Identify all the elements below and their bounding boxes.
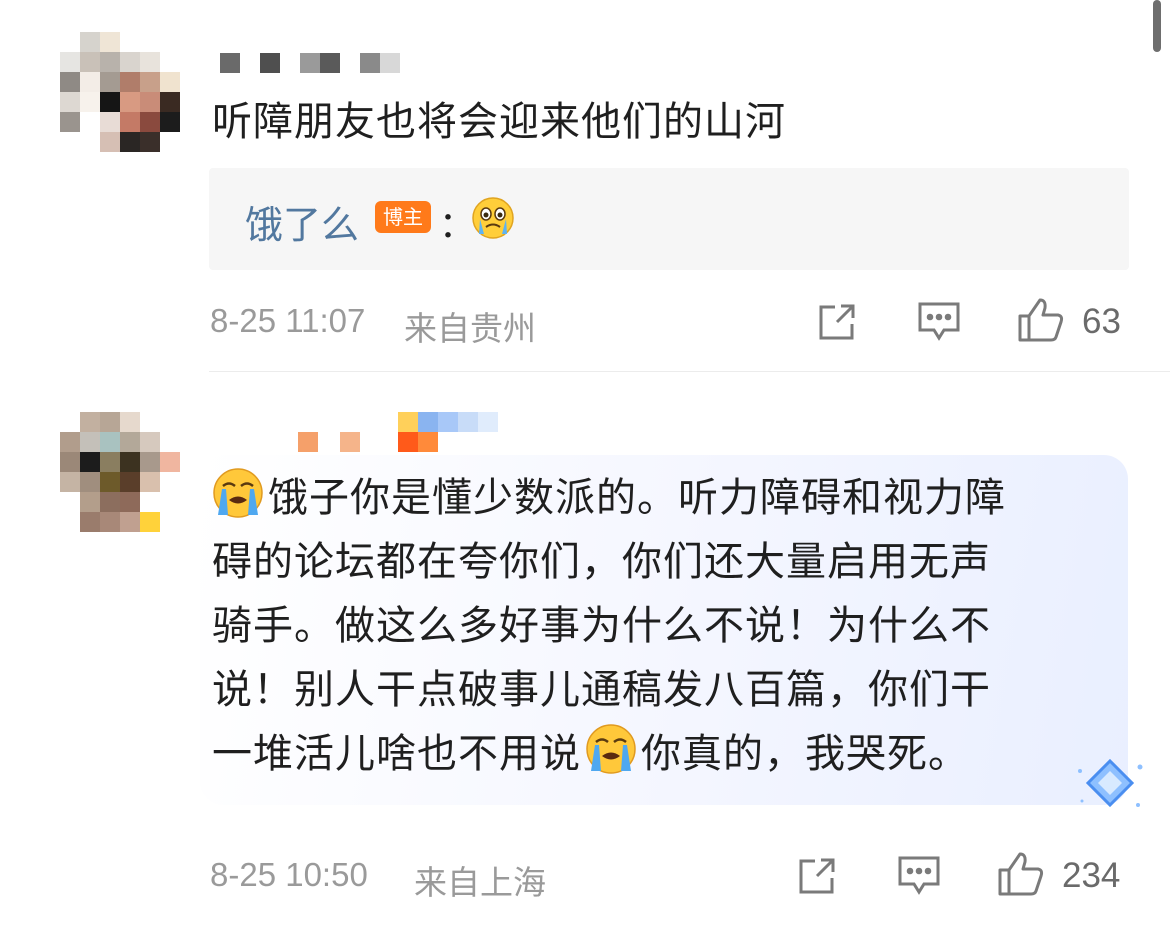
scroll-indicator[interactable]: [1153, 0, 1161, 52]
divider: [209, 371, 1170, 372]
comment-line-2: 碍的论坛都在夸你们，你们还大量启用无声: [212, 539, 991, 585]
comment-line-1: 饿子你是懂少数派的。听力障碍和视力障: [212, 466, 1132, 530]
like-icon[interactable]: [1016, 296, 1066, 348]
like-count: 234: [1062, 856, 1121, 895]
loudly-crying-face-emoji: [212, 467, 264, 519]
comment-text: 听障朋友也将会迎来他们的山河: [212, 99, 786, 145]
loudly-crying-face-emoji: [585, 723, 637, 775]
repost-icon[interactable]: [815, 300, 859, 348]
comment-line-5: 一堆活儿啥也不用说 你真的，我哭死。: [212, 722, 1132, 786]
crying-face-emoji: [471, 196, 515, 240]
owner-badge: 博主: [375, 201, 431, 233]
comment-timestamp: 8-25 11:07: [210, 302, 366, 339]
fan-badge-icon: [1072, 757, 1148, 821]
username-censored[interactable]: [220, 53, 400, 73]
comment-location: 来自上海: [414, 864, 546, 901]
comment-body: 饿子你是懂少数派的。听力障碍和视力障 碍的论坛都在夸你们，你们还大量启用无声 骑…: [212, 466, 1132, 786]
avatar[interactable]: [60, 412, 180, 532]
repost-icon[interactable]: [795, 854, 839, 902]
reply-separator: ：: [439, 205, 476, 246]
comment-line-3: 骑手。做这么多好事为什么不说！为什么不: [212, 603, 991, 649]
like-count: 63: [1082, 302, 1121, 341]
comment-location: 来自贵州: [404, 310, 536, 347]
comment-timestamp: 8-25 10:50: [210, 856, 368, 893]
reply-preview[interactable]: 饿了么 博主 ：: [209, 168, 1129, 270]
comment-line-4: 说！别人干点破事儿通稿发八百篇，你们干: [212, 667, 991, 713]
comment-icon[interactable]: [896, 854, 942, 902]
like-icon[interactable]: [996, 850, 1046, 902]
comment-icon[interactable]: [916, 300, 962, 348]
reply-author[interactable]: 饿了么: [245, 194, 359, 249]
username-censored[interactable]: [298, 412, 498, 452]
avatar[interactable]: [60, 32, 180, 152]
